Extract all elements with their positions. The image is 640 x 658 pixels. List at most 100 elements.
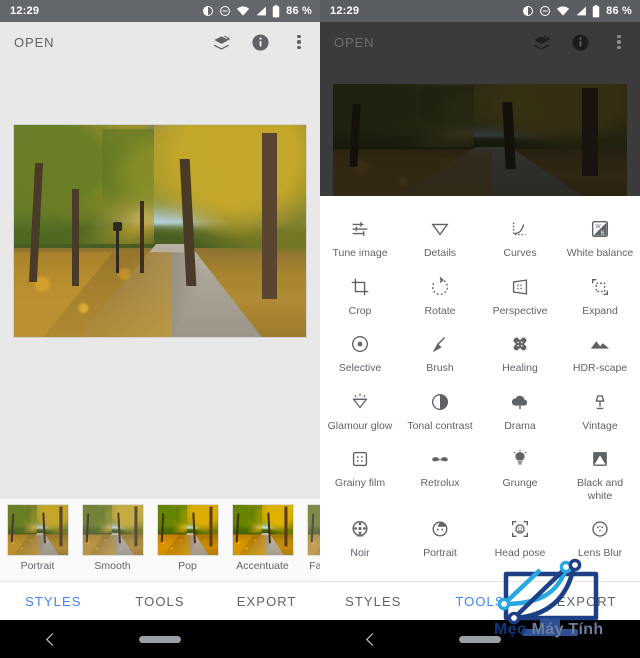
tool-label: Drama (504, 419, 536, 432)
tool-perspective[interactable]: Perspective (480, 268, 560, 324)
back-chevron-icon[interactable] (0, 632, 106, 646)
tool-label: Curves (503, 247, 537, 259)
tool-curves[interactable]: Curves (480, 210, 560, 266)
tool-drama[interactable]: Drama (480, 383, 560, 439)
stack-layers-icon[interactable] (530, 31, 552, 53)
photo-stage (0, 62, 320, 400)
healing-bandage-icon (509, 329, 531, 359)
info-icon[interactable] (249, 31, 271, 53)
style-thumb[interactable] (306, 504, 320, 556)
bottom-tab-bar-left: STYLES TOOLS EXPORT (0, 581, 320, 620)
status-bar-right: 12:29 86 % (320, 0, 640, 22)
tool-expand[interactable]: Expand (560, 268, 640, 324)
style-thumb[interactable] (81, 504, 144, 556)
tab-export[interactable]: EXPORT (213, 594, 320, 609)
tool-lens-blur[interactable]: Lens Blur (560, 510, 640, 566)
open-button[interactable]: OPEN (14, 35, 210, 50)
style-item[interactable]: Faded Glow (300, 504, 320, 572)
info-icon[interactable] (569, 31, 591, 53)
tool-label: Selective (338, 362, 382, 374)
home-pill-icon[interactable] (106, 635, 215, 643)
overflow-menu-icon[interactable] (288, 34, 310, 50)
tool-details[interactable]: Details (400, 210, 480, 266)
bw-square-icon (589, 444, 611, 474)
tool-black-and-white[interactable]: Black and white (560, 440, 640, 508)
tab-export[interactable]: EXPORT (533, 594, 640, 609)
brush-icon (429, 329, 451, 359)
tool-label: Tonal contrast (407, 419, 473, 432)
style-item[interactable]: Pop (150, 504, 225, 572)
brightness-icon (523, 6, 534, 16)
tool-head-pose[interactable]: Head pose (480, 510, 560, 566)
style-thumb[interactable] (156, 504, 219, 556)
tool-white-balance[interactable]: WB White balance (560, 210, 640, 266)
tools-grid: Tune image Details Curves WB White balan… (320, 210, 640, 566)
tool-retrolux[interactable]: Retrolux (400, 440, 480, 508)
tool-selective[interactable]: Selective (320, 325, 400, 381)
status-bar-left: 12:29 86 % (0, 0, 320, 22)
android-nav-bar-left (0, 620, 320, 658)
mountains-icon (589, 329, 611, 359)
tool-label: Rotate (424, 304, 456, 317)
svg-text:W: W (595, 224, 601, 230)
sliders-icon (349, 214, 371, 244)
style-label: Smooth (94, 560, 131, 572)
android-nav-bar-right (320, 620, 640, 658)
home-pill-icon[interactable] (426, 635, 535, 643)
status-icons: 86 % (522, 4, 632, 18)
tool-crop[interactable]: Crop (320, 268, 400, 324)
style-thumb[interactable] (231, 504, 294, 556)
tool-grunge[interactable]: Grunge (480, 440, 560, 508)
open-button[interactable]: OPEN (334, 35, 530, 50)
tool-label: Details (423, 247, 457, 259)
brightness-icon (203, 6, 214, 16)
curve-icon (509, 214, 531, 244)
tab-tools[interactable]: TOOLS (107, 594, 214, 609)
tool-vintage[interactable]: Vintage (560, 383, 640, 439)
style-item[interactable]: Portrait (0, 504, 75, 572)
stack-layers-icon[interactable] (210, 31, 232, 53)
tool-label: Perspective (492, 304, 548, 317)
tool-hdr-scape[interactable]: HDR-scape (560, 325, 640, 381)
styles-thumbnail-strip[interactable]: Portrait Smooth Pop Accentuate Faded Glo… (0, 499, 320, 581)
tool-healing[interactable]: Healing (480, 325, 560, 381)
tool-brush[interactable]: Brush (400, 325, 480, 381)
half-circle-icon (429, 387, 451, 417)
tool-tonal-contrast[interactable]: Tonal contrast (400, 383, 480, 439)
tab-styles[interactable]: STYLES (0, 594, 107, 609)
battery-icon (592, 4, 600, 17)
tool-label: Expand (582, 304, 618, 317)
edited-photo[interactable] (13, 124, 307, 338)
tool-label: Noir (350, 547, 370, 559)
tool-grainy-film[interactable]: Grainy film (320, 440, 400, 508)
tool-noir[interactable]: Noir (320, 510, 400, 566)
style-thumb[interactable] (6, 504, 69, 556)
app-bar-right: OPEN (320, 22, 640, 62)
style-item[interactable]: Smooth (75, 504, 150, 572)
tab-styles[interactable]: STYLES (320, 594, 427, 609)
wifi-icon (557, 6, 570, 16)
app-screenshot: 12:29 86 % OPEN Portrait Smooth Pop Acce… (0, 0, 640, 658)
signal-icon (576, 6, 587, 16)
film-reel-icon (349, 514, 371, 544)
overflow-menu-icon[interactable] (608, 34, 630, 50)
expand-icon (589, 272, 611, 302)
tab-tools[interactable]: TOOLS (427, 594, 534, 609)
tool-portrait[interactable]: Portrait (400, 510, 480, 566)
tool-label: Head pose (494, 547, 546, 559)
tool-label: Brush (426, 362, 454, 374)
rotate-icon (429, 272, 451, 302)
edited-photo-dimmed[interactable] (333, 84, 627, 196)
crop-icon (349, 272, 371, 302)
app-bar-actions (210, 31, 310, 53)
tool-rotate[interactable]: Rotate (400, 268, 480, 324)
style-item[interactable]: Accentuate (225, 504, 300, 572)
head-pose-icon (509, 514, 531, 544)
signal-icon (256, 6, 267, 16)
back-chevron-icon[interactable] (320, 632, 426, 646)
tool-label: Glamour glow (327, 419, 393, 432)
tools-sheet: Tune image Details Curves WB White balan… (320, 196, 640, 581)
tool-label: Black and white (576, 477, 624, 502)
tool-glamour-glow[interactable]: Glamour glow (320, 383, 400, 439)
tool-tune-image[interactable]: Tune image (320, 210, 400, 266)
